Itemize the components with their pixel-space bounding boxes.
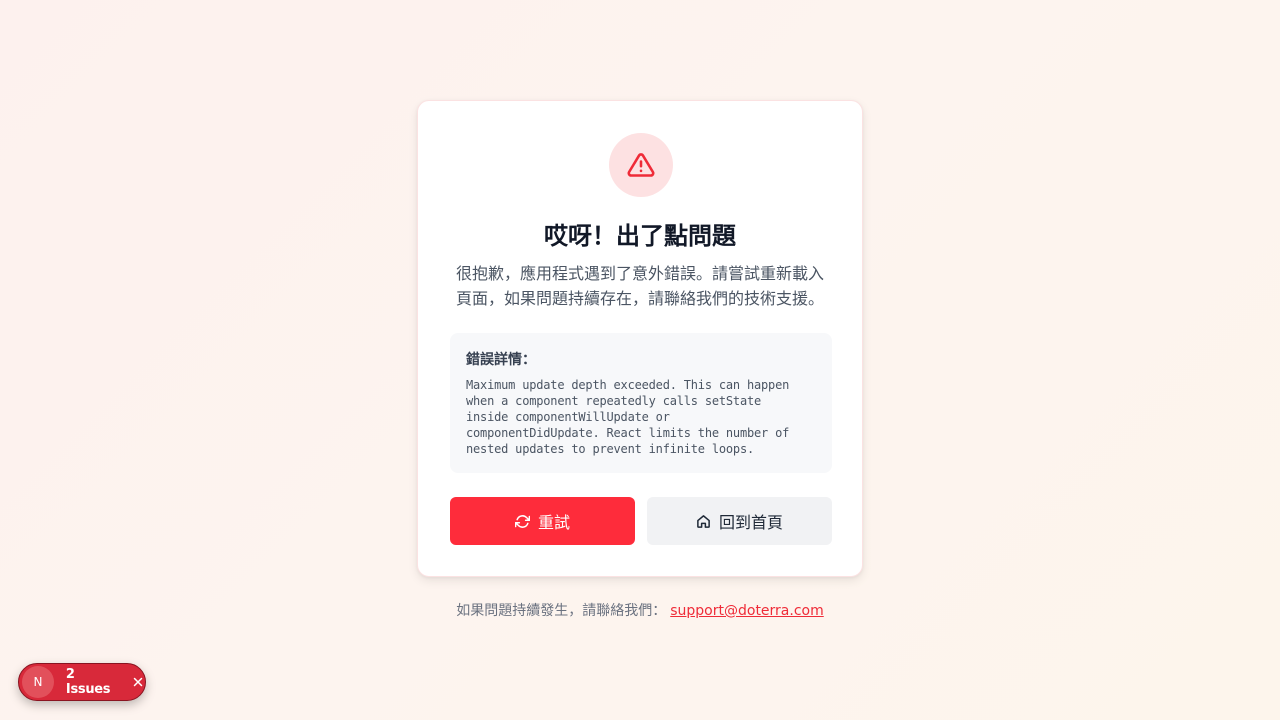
error-title: 哎呀！出了點問題	[544, 222, 736, 250]
dev-tools-logo[interactable]: N	[22, 666, 54, 698]
issues-count-label[interactable]: 2 Issues	[66, 667, 123, 697]
error-card: 哎呀！出了點問題 很抱歉，應用程式遇到了意外錯誤。請嘗試重新載入頁面，如果問題持…	[417, 100, 863, 577]
support-footer: 如果問題持續發生，請聯絡我們： support@doterra.com	[0, 601, 1280, 621]
home-button[interactable]: 回到首頁	[647, 497, 832, 545]
retry-button[interactable]: 重試	[450, 497, 635, 545]
home-icon	[697, 514, 710, 528]
alert-icon-circle	[609, 133, 673, 197]
home-button-label: 回到首頁	[718, 515, 783, 532]
alert-triangle-icon	[627, 153, 655, 177]
support-email-link[interactable]: support@doterra.com	[670, 603, 824, 619]
dev-issues-badge[interactable]: N 2 Issues	[18, 663, 146, 701]
retry-button-label: 重試	[537, 515, 570, 532]
error-description: 很抱歉，應用程式遇到了意外錯誤。請嘗試重新載入頁面，如果問題持續存在，請聯絡我們…	[455, 264, 824, 308]
support-footer-text: 如果問題持續發生，請聯絡我們：	[456, 603, 667, 619]
error-details-message: Maximum update depth exceeded. This can …	[466, 378, 790, 456]
close-icon[interactable]	[131, 675, 145, 689]
refresh-icon	[514, 514, 530, 528]
error-details-box: 錯誤詳情： Maximum update depth exceeded. Thi…	[450, 333, 832, 473]
error-details-title: 錯誤詳情：	[466, 352, 536, 368]
